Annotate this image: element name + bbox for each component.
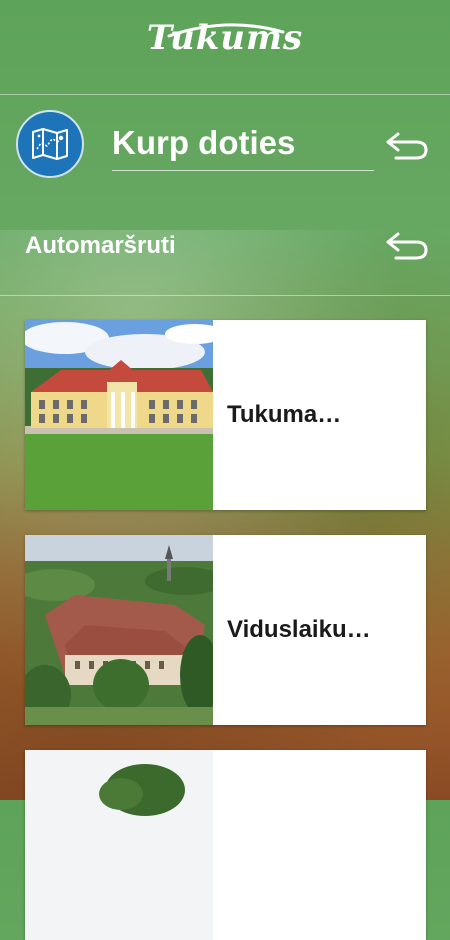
page-title: Kurp doties bbox=[112, 124, 296, 161]
route-card-label: Tukuma… bbox=[227, 401, 342, 428]
app-logo: Tukums bbox=[146, 18, 304, 58]
route-card-label bbox=[213, 750, 426, 940]
section-back-button[interactable] bbox=[384, 228, 430, 264]
title-underline bbox=[112, 170, 374, 171]
section-divider bbox=[0, 295, 450, 296]
route-card[interactable] bbox=[25, 750, 426, 940]
section-title: Automaršruti bbox=[25, 232, 176, 259]
map-badge bbox=[16, 110, 84, 178]
tree-photo bbox=[25, 750, 213, 940]
manor-house-photo bbox=[25, 320, 213, 510]
back-button[interactable] bbox=[384, 128, 430, 164]
header-divider bbox=[0, 94, 450, 95]
route-card[interactable]: Tukuma… bbox=[25, 320, 426, 510]
castle-aerial-photo bbox=[25, 535, 213, 725]
route-card[interactable]: Viduslaiku… bbox=[25, 535, 426, 725]
route-card-label: Viduslaiku… bbox=[227, 616, 371, 643]
map-icon bbox=[32, 128, 68, 160]
